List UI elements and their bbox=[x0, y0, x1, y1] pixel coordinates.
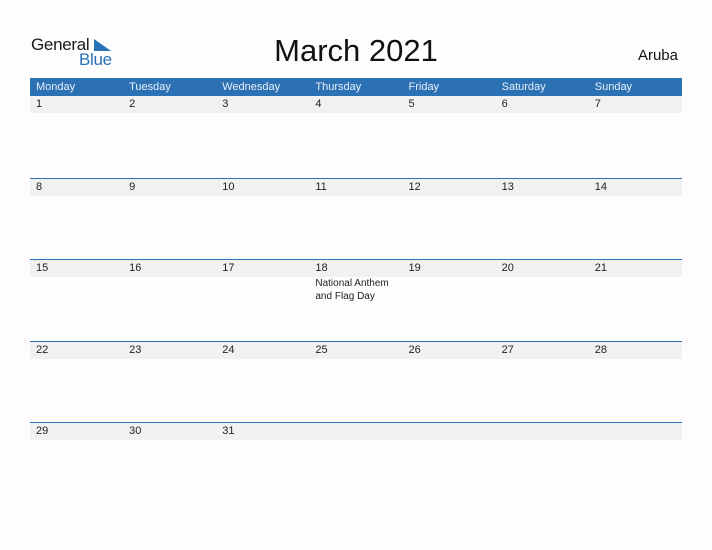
weeks-container: 1 2 3 4 5 6 7 8 9 10 11 12 13 14 15 16 17 18 National Anth… bbox=[30, 96, 682, 504]
country-label: Aruba bbox=[637, 47, 678, 64]
day-number: 22 bbox=[36, 343, 49, 356]
day-cell: 17 bbox=[216, 260, 309, 303]
day-cell: 30 bbox=[123, 423, 216, 440]
week-row: 22 23 24 25 26 27 28 bbox=[30, 340, 682, 423]
day-cell: 23 bbox=[123, 342, 216, 359]
day-number: 23 bbox=[129, 343, 142, 356]
day-number: 11 bbox=[315, 180, 327, 193]
day-cell: 28 bbox=[589, 342, 682, 359]
holiday-event: National Anthem and Flag Day bbox=[315, 278, 389, 302]
weekday-thursday: Thursday bbox=[315, 81, 362, 93]
day-cell: 10 bbox=[216, 179, 309, 196]
day-cell: 6 bbox=[496, 96, 589, 113]
day-number: 15 bbox=[36, 262, 49, 274]
day-number: 7 bbox=[594, 98, 601, 110]
day-number: 28 bbox=[594, 343, 607, 356]
day-number: 5 bbox=[408, 98, 415, 110]
day-number: 29 bbox=[36, 425, 49, 437]
week-row: 8 9 10 11 12 13 14 bbox=[30, 177, 682, 260]
weekday-wednesday: Wednesday bbox=[222, 81, 281, 93]
day-number: 31 bbox=[222, 425, 235, 437]
day-cell: 16 bbox=[123, 260, 216, 303]
day-number: 16 bbox=[129, 262, 142, 274]
day-cell: 11 bbox=[309, 179, 402, 196]
week-row: 29 30 31 bbox=[30, 422, 682, 504]
day-cell: 2 bbox=[123, 96, 216, 113]
day-cell: 9 bbox=[123, 179, 216, 196]
day-number: 21 bbox=[594, 262, 607, 274]
day-number: 20 bbox=[501, 262, 514, 274]
day-cell: 3 bbox=[216, 96, 309, 113]
week-row: 1 2 3 4 5 6 7 bbox=[30, 96, 682, 178]
day-cell: 25 bbox=[309, 342, 402, 359]
calendar-grid: Monday Tuesday Wednesday Thursday Friday Satu… bbox=[30, 78, 682, 504]
day-number bbox=[595, 423, 682, 440]
weekday-friday: Friday bbox=[408, 81, 440, 93]
day-number: 24 bbox=[222, 343, 235, 356]
day-cell: 5 bbox=[403, 96, 496, 113]
day-number: 12 bbox=[408, 180, 421, 193]
day-number: 26 bbox=[408, 343, 421, 356]
day-cell: 13 bbox=[496, 179, 589, 196]
day-cell bbox=[496, 423, 589, 440]
weekday-tuesday: Tuesday bbox=[129, 81, 171, 93]
week-row: 15 16 17 18 National Anthem and Flag Day 19 20… bbox=[30, 259, 682, 341]
day-number: 13 bbox=[501, 180, 514, 193]
day-number: 4 bbox=[315, 98, 322, 110]
day-number: 30 bbox=[129, 425, 142, 437]
weekday-header: Monday Tuesday Wednesday Thursday Friday Satu… bbox=[30, 78, 682, 96]
day-number: 6 bbox=[501, 98, 508, 110]
day-number bbox=[315, 423, 402, 440]
day-number: 27 bbox=[501, 343, 514, 356]
day-cell: 26 bbox=[403, 342, 496, 359]
weekday-sunday: Sunday bbox=[594, 81, 633, 93]
calendar-title: March 2021 bbox=[274, 33, 438, 68]
day-cell bbox=[403, 423, 496, 440]
day-cell: 19 bbox=[403, 260, 496, 303]
day-cell: 31 bbox=[216, 423, 309, 440]
day-cell bbox=[309, 423, 402, 440]
day-cell: 1 bbox=[30, 96, 123, 113]
day-number: 14 bbox=[594, 180, 607, 193]
weekday-monday: Monday bbox=[36, 81, 76, 93]
day-number bbox=[502, 423, 589, 440]
day-cell: 22 bbox=[30, 342, 123, 359]
day-cell: 18 National Anthem and Flag Day bbox=[309, 260, 402, 303]
day-number: 10 bbox=[222, 180, 235, 193]
day-number: 25 bbox=[315, 343, 328, 356]
day-number bbox=[409, 423, 496, 440]
day-cell: 20 bbox=[496, 260, 589, 303]
weekday-saturday: Saturday bbox=[501, 81, 546, 93]
day-number: 1 bbox=[36, 98, 43, 110]
day-number: 9 bbox=[129, 180, 136, 193]
day-number: 17 bbox=[222, 262, 235, 274]
day-cell: 24 bbox=[216, 342, 309, 359]
day-number: 19 bbox=[408, 262, 421, 274]
day-cell: 29 bbox=[30, 423, 123, 440]
day-cell: 8 bbox=[30, 179, 123, 196]
day-number: 2 bbox=[129, 98, 136, 110]
day-number: 18 bbox=[315, 262, 328, 274]
day-cell: 7 bbox=[589, 96, 682, 113]
day-cell: 12 bbox=[403, 179, 496, 196]
day-cell: 15 bbox=[30, 260, 123, 303]
day-cell bbox=[589, 423, 682, 440]
day-number: 8 bbox=[36, 180, 43, 193]
day-number: 3 bbox=[222, 98, 229, 110]
day-cell: 14 bbox=[589, 179, 682, 196]
day-cell: 21 bbox=[589, 260, 682, 303]
day-cell: 27 bbox=[496, 342, 589, 359]
day-cell: 4 bbox=[309, 96, 402, 113]
